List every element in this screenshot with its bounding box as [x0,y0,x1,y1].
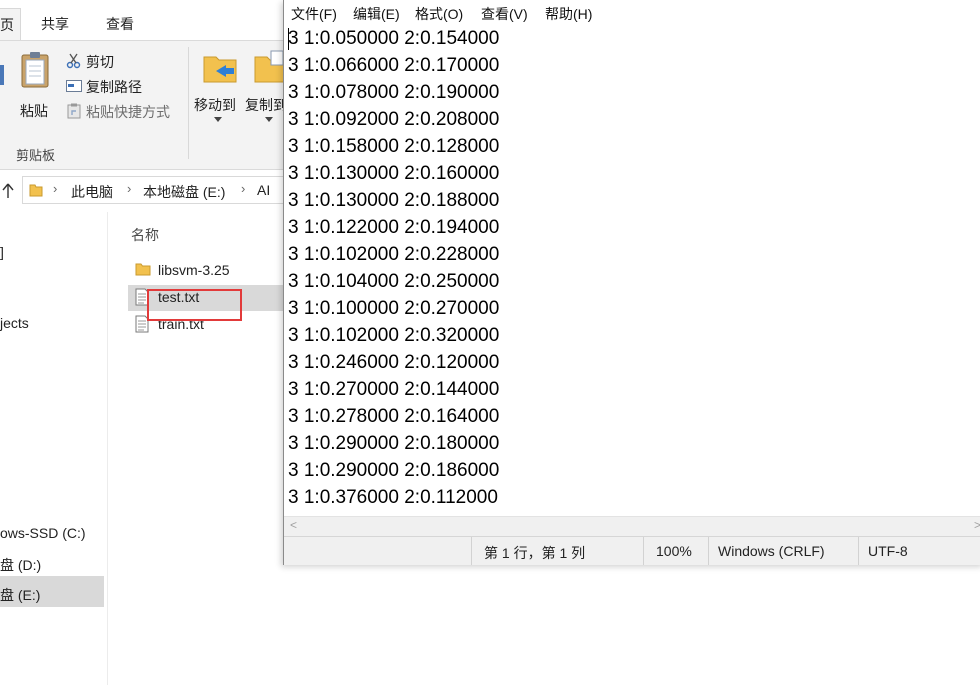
nav-item-drive-c[interactable]: ows-SSD (C:) [0,525,86,541]
text-line: 3 1:0.050000 2:0.154000 [288,28,500,49]
annotation-highlight-box [147,289,242,321]
breadcrumb-separator-icon: › [53,181,58,196]
text-line: 3 1:0.104000 2:0.250000 [288,271,500,292]
scroll-right-icon[interactable]: > [974,518,980,532]
partial-pin-icon [0,65,4,85]
horizontal-scrollbar[interactable]: < > [284,516,980,536]
column-header-name[interactable]: 名称 [131,225,159,245]
file-name: libsvm-3.25 [158,262,230,278]
copy-path-button[interactable]: 复制路径 [64,76,184,96]
clipboard-icon [21,52,49,88]
tab-home-label: 页 [0,17,14,33]
text-line: 3 1:0.130000 2:0.188000 [288,190,500,211]
menu-help[interactable]: 帮助(H) [545,4,592,24]
paste-label: 粘贴 [20,103,48,119]
ribbon-group-divider [188,47,189,159]
address-row: › 此电脑 › 本地磁盘 (E:) › AI [0,172,314,208]
paste-shortcut-label: 粘贴快捷方式 [86,104,170,120]
text-line: 3 1:0.122000 2:0.194000 [288,217,500,238]
copy-to-label: 复制到 [245,97,287,113]
breadcrumb-ai[interactable]: AI [257,182,270,198]
text-line: 3 1:0.130000 2:0.160000 [288,163,500,184]
text-line: 3 1:0.376000 2:0.112000 [288,487,498,508]
notepad-window: 文件(F) 编辑(E) 格式(O) 查看(V) 帮助(H) 3 1:0.0500… [283,0,980,565]
text-line: 3 1:0.092000 2:0.208000 [288,109,500,130]
copy-path-icon [66,80,82,92]
status-divider [708,537,709,565]
paste-shortcut-button[interactable]: 粘贴快捷方式 [64,101,188,121]
copy-path-label: 复制路径 [86,79,142,95]
text-line: 3 1:0.078000 2:0.190000 [288,82,500,103]
breadcrumb-separator-icon: › [127,181,132,196]
tab-home[interactable]: 页 [0,8,21,42]
text-line: 3 1:0.158000 2:0.128000 [288,136,500,157]
cut-label: 剪切 [86,54,114,70]
nav-item-drive-e[interactable]: 盘 (E:) [0,585,40,605]
breadcrumb-drive-e[interactable]: 本地磁盘 (E:) [143,182,225,202]
text-line: 3 1:0.246000 2:0.120000 [288,352,500,373]
menu-view[interactable]: 查看(V) [481,4,528,24]
nav-item-3d-objects[interactable]: jects [0,315,29,331]
breadcrumb-this-pc[interactable]: 此电脑 [71,182,113,202]
cut-button[interactable]: 剪切 [64,51,174,71]
navigation-pane: ] jects ows-SSD (C:) 盘 (D:) 盘 (E:) [0,212,106,685]
copy-to-dropdown-icon [265,117,273,122]
text-line: 3 1:0.102000 2:0.228000 [288,244,500,265]
file-row-libsvm[interactable]: libsvm-3.25 [128,258,288,284]
paste-button[interactable]: 粘贴 [16,49,56,119]
status-cursor-position: 第 1 行，第 1 列 [484,545,586,561]
status-encoding: UTF-8 [868,543,908,559]
text-line: 3 1:0.270000 2:0.144000 [288,379,500,400]
status-divider [471,537,472,565]
status-divider [643,537,644,565]
text-line: 3 1:0.102000 2:0.320000 [288,325,500,346]
text-line: 3 1:0.100000 2:0.270000 [288,298,500,319]
folder-icon [29,184,43,197]
nav-item-drive-d[interactable]: 盘 (D:) [0,555,41,575]
status-line-ending: Windows (CRLF) [718,543,825,559]
menu-bar: 文件(F) 编辑(E) 格式(O) 查看(V) 帮助(H) [284,0,980,24]
tab-share[interactable]: 共享 [41,14,69,34]
paste-shortcut-icon [67,103,81,119]
clipboard-group-label: 剪贴板 [16,148,56,163]
move-to-dropdown-icon [214,117,222,122]
text-line: 3 1:0.066000 2:0.170000 [288,55,500,76]
folder-icon [135,263,151,276]
pane-divider [107,212,108,685]
move-to-label: 移动到 [194,97,236,113]
text-line: 3 1:0.290000 2:0.180000 [288,433,500,454]
status-divider [858,537,859,565]
menu-edit[interactable]: 编辑(E) [353,4,400,24]
scroll-left-icon[interactable]: < [290,518,297,532]
text-line: 3 1:0.278000 2:0.164000 [288,406,500,427]
nav-item-partial[interactable]: ] [0,244,4,260]
status-zoom: 100% [656,543,692,559]
text-editor-area[interactable]: 3 1:0.050000 2:0.154000 3 1:0.066000 2:0.… [284,26,980,516]
address-bar[interactable]: › 此电脑 › 本地磁盘 (E:) › AI [22,176,314,204]
breadcrumb-separator-icon: › [241,181,246,196]
move-to-folder-icon [203,56,237,83]
move-to-button[interactable]: 移动到 [194,47,244,123]
ribbon-panel: 粘贴 剪切 复制路径 粘贴快捷方式 剪贴板 移动到 复制到 [0,40,300,170]
menu-format[interactable]: 格式(O) [415,4,463,24]
scissors-icon [66,53,81,69]
menu-file[interactable]: 文件(F) [291,4,337,24]
up-arrow-icon[interactable] [2,183,14,199]
status-bar: 第 1 行，第 1 列 100% Windows (CRLF) UTF-8 [284,536,980,565]
ribbon-tab-bar: 页 共享 查看 [0,0,300,42]
text-line: 3 1:0.290000 2:0.186000 [288,460,500,481]
tab-view[interactable]: 查看 [106,14,134,34]
